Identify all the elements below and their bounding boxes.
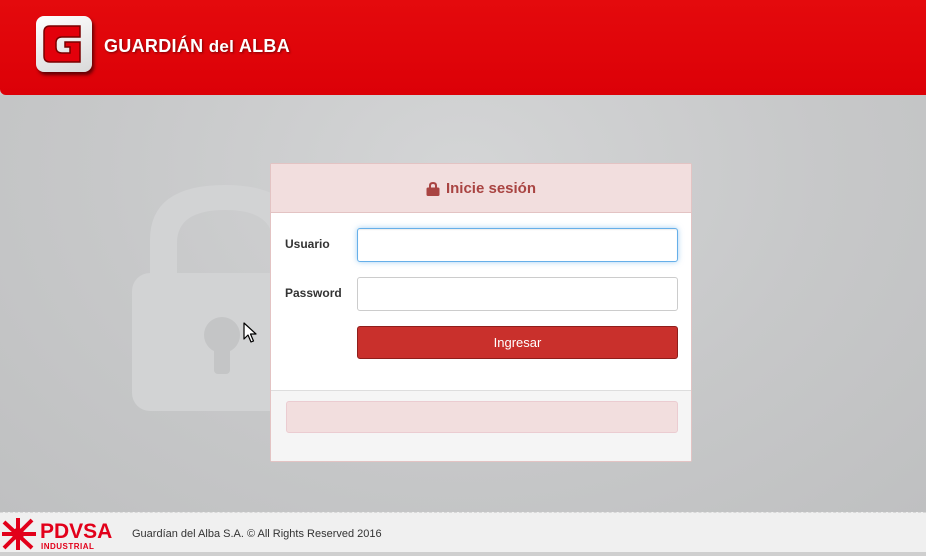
lock-icon bbox=[426, 181, 440, 196]
login-submit-button[interactable]: Ingresar bbox=[357, 326, 678, 359]
mouse-cursor-icon bbox=[243, 322, 257, 343]
copyright-text: Guardían del Alba S.A. © All Rights Rese… bbox=[132, 528, 382, 540]
password-input[interactable] bbox=[357, 277, 678, 311]
username-label: Usuario bbox=[285, 237, 330, 251]
pdvsa-logo-text: PDVSA bbox=[40, 520, 113, 543]
brand-alba: ALBA bbox=[238, 36, 291, 56]
brand-title: GUARDIÁN del ALBA bbox=[104, 36, 290, 57]
login-panel-heading: Inicie sesión bbox=[271, 164, 691, 213]
top-header: GUARDIÁN del ALBA bbox=[0, 0, 926, 95]
login-panel: Inicie sesión Usuario Password Ingresar bbox=[270, 163, 692, 462]
login-form: Usuario Password Ingresar bbox=[271, 213, 691, 390]
brand-name: GUARDIÁN bbox=[104, 36, 204, 56]
pdvsa-logo-subtext: INDUSTRIAL bbox=[41, 542, 95, 551]
login-title: Inicie sesión bbox=[445, 179, 537, 197]
password-label: Password bbox=[285, 286, 342, 300]
login-panel-footer bbox=[271, 390, 691, 461]
page-footer: PDVSA INDUSTRIAL Guardían del Alba S.A. … bbox=[0, 512, 926, 552]
login-alert bbox=[286, 401, 678, 433]
username-input[interactable] bbox=[357, 228, 678, 262]
bottom-strip bbox=[0, 552, 926, 556]
guardian-logo-icon bbox=[36, 16, 92, 72]
brand-del: del bbox=[208, 37, 235, 56]
pdvsa-sun-logo-icon bbox=[2, 518, 36, 550]
